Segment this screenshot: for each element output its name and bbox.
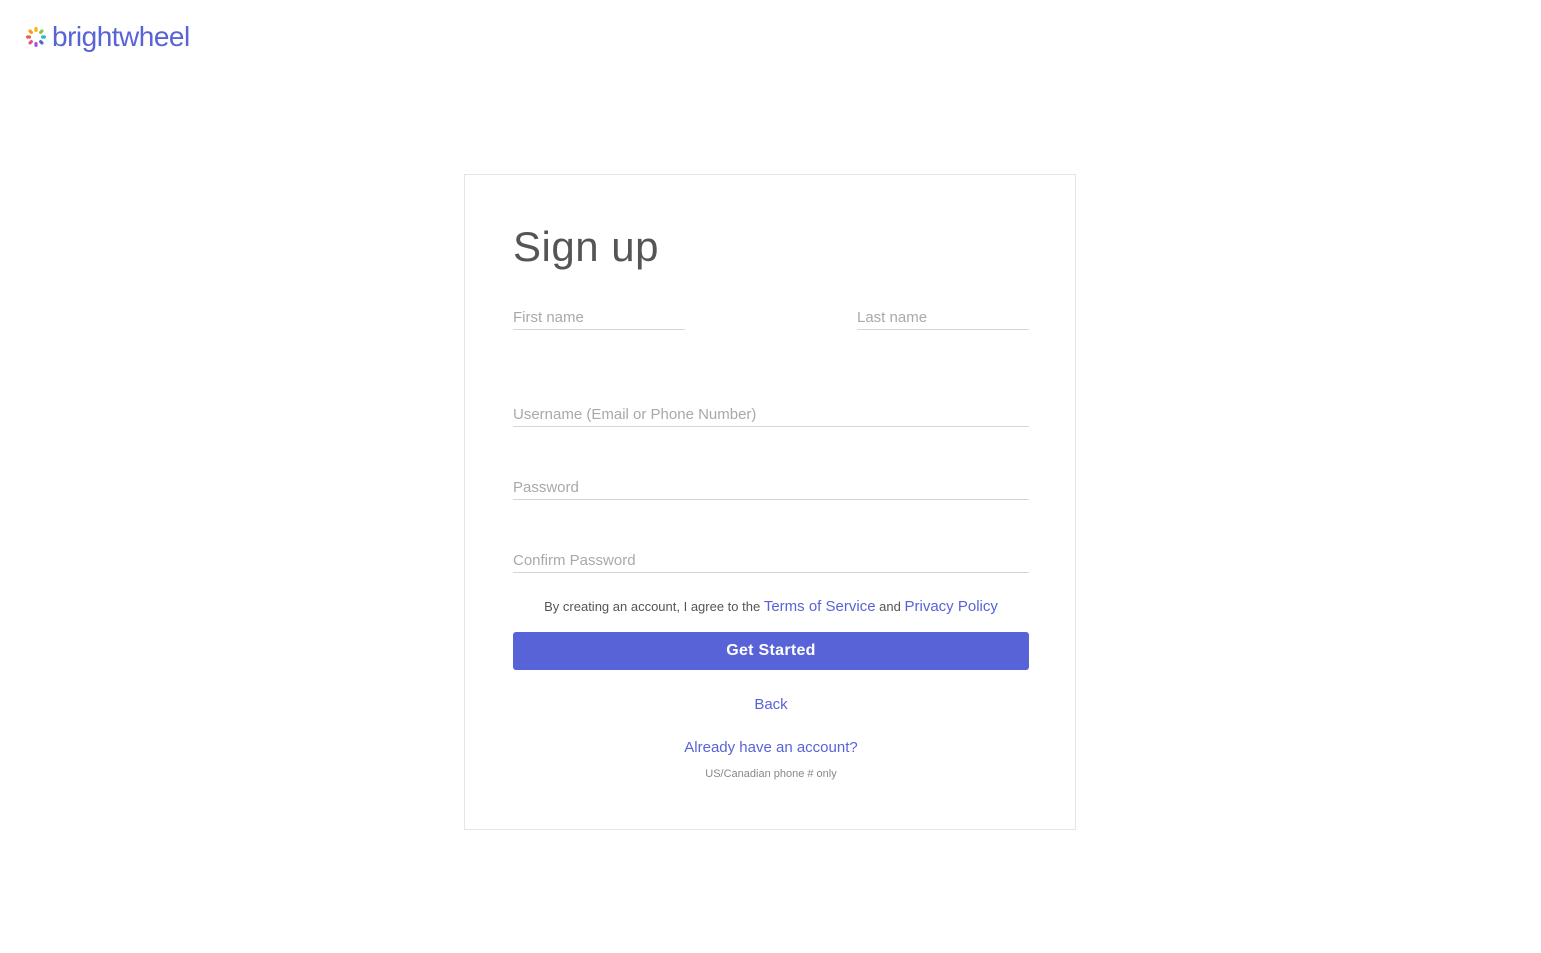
first-name-field <box>513 305 685 330</box>
username-field <box>513 402 1029 427</box>
agree-prefix-text: By creating an account, I agree to the <box>544 599 761 614</box>
confirm-password-field <box>513 548 1029 573</box>
confirm-password-input[interactable] <box>513 548 1029 572</box>
terms-agreement: By creating an account, I agree to the T… <box>513 598 1029 615</box>
page-title: Sign up <box>513 223 659 270</box>
agree-and-text: and <box>879 599 901 614</box>
get-started-button[interactable]: Get Started <box>513 632 1029 670</box>
password-field <box>513 475 1029 500</box>
last-name-input[interactable] <box>857 305 1029 329</box>
phone-note: US/Canadian phone # only <box>705 768 837 780</box>
terms-of-service-link[interactable]: Terms of Service <box>764 598 876 615</box>
brand-logo[interactable]: brightwheel <box>24 20 190 54</box>
username-input[interactable] <box>513 402 1029 426</box>
have-account-link[interactable]: Already have an account? <box>513 739 1029 756</box>
back-link[interactable]: Back <box>513 696 1029 713</box>
brightwheel-logo-icon <box>26 27 46 47</box>
password-input[interactable] <box>513 475 1029 499</box>
logo-text: brightwheel <box>52 21 190 52</box>
signup-card: Sign up By creating an account, I agree … <box>464 174 1076 830</box>
last-name-field <box>857 305 1029 330</box>
privacy-policy-link[interactable]: Privacy Policy <box>905 598 998 615</box>
first-name-input[interactable] <box>513 305 685 329</box>
